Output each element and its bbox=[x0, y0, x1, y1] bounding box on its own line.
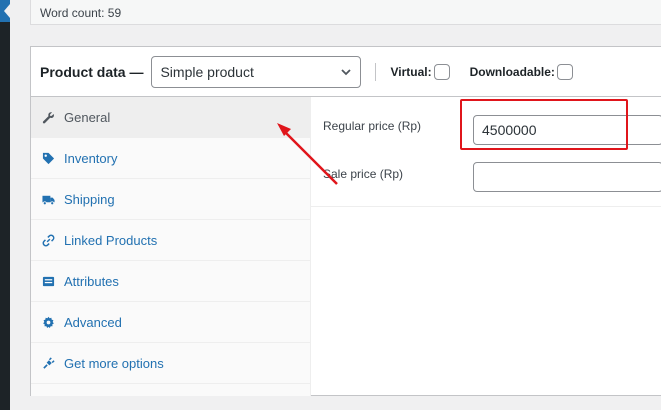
word-count: Word count: 59 bbox=[40, 6, 122, 20]
virtual-checkbox[interactable] bbox=[433, 63, 450, 80]
product-type-value: Simple product bbox=[160, 63, 254, 80]
wrench-icon bbox=[41, 110, 55, 124]
product-data-title: Product data — bbox=[40, 63, 144, 80]
tab-general[interactable]: General bbox=[31, 97, 310, 138]
product-type-select[interactable]: Simple product bbox=[151, 55, 362, 88]
virtual-label: Virtual: bbox=[390, 64, 432, 79]
tab-label: Inventory bbox=[64, 150, 118, 166]
tab-advanced[interactable]: Advanced bbox=[31, 302, 310, 343]
sale-price-label: Sale price (Rp) bbox=[323, 167, 404, 181]
tab-label: Linked Products bbox=[64, 232, 158, 248]
product-data-header: Product data — Simple product Virtual: D… bbox=[31, 47, 661, 97]
link-icon bbox=[41, 233, 55, 247]
tab-get-more-options[interactable]: Get more options bbox=[31, 343, 310, 384]
tab-attributes[interactable]: Attributes bbox=[31, 261, 310, 302]
tab-label: Get more options bbox=[64, 355, 164, 371]
downloadable-label: Downloadable: bbox=[469, 64, 555, 79]
product-data-tabs: General Inventory Shipping Linked Produc… bbox=[31, 97, 311, 396]
downloadable-option[interactable]: Downloadable: bbox=[469, 63, 573, 80]
admin-sidebar bbox=[0, 0, 10, 410]
tag-icon bbox=[41, 151, 55, 165]
chevron-down-icon bbox=[341, 68, 352, 75]
gear-icon bbox=[41, 315, 55, 329]
tab-linked-products[interactable]: Linked Products bbox=[31, 220, 310, 261]
list-icon bbox=[41, 274, 55, 288]
word-count-bar: Word count: 59 bbox=[30, 0, 661, 25]
downloadable-checkbox[interactable] bbox=[556, 63, 573, 80]
tab-label: General bbox=[64, 109, 111, 125]
current-menu-indicator bbox=[0, 0, 10, 22]
regular-price-label: Regular price (Rp) bbox=[323, 119, 422, 133]
plugin-icon bbox=[41, 356, 55, 370]
tab-label: Advanced bbox=[64, 314, 122, 330]
sale-price-input[interactable] bbox=[473, 162, 661, 192]
tab-shipping[interactable]: Shipping bbox=[31, 179, 310, 220]
virtual-option[interactable]: Virtual: bbox=[390, 63, 450, 80]
truck-icon bbox=[41, 192, 55, 206]
annotation-highlight-box bbox=[460, 99, 628, 150]
tab-label: Attributes bbox=[64, 273, 119, 289]
tab-label: Shipping bbox=[64, 191, 115, 207]
header-separator bbox=[375, 62, 377, 81]
tab-inventory[interactable]: Inventory bbox=[31, 138, 310, 179]
